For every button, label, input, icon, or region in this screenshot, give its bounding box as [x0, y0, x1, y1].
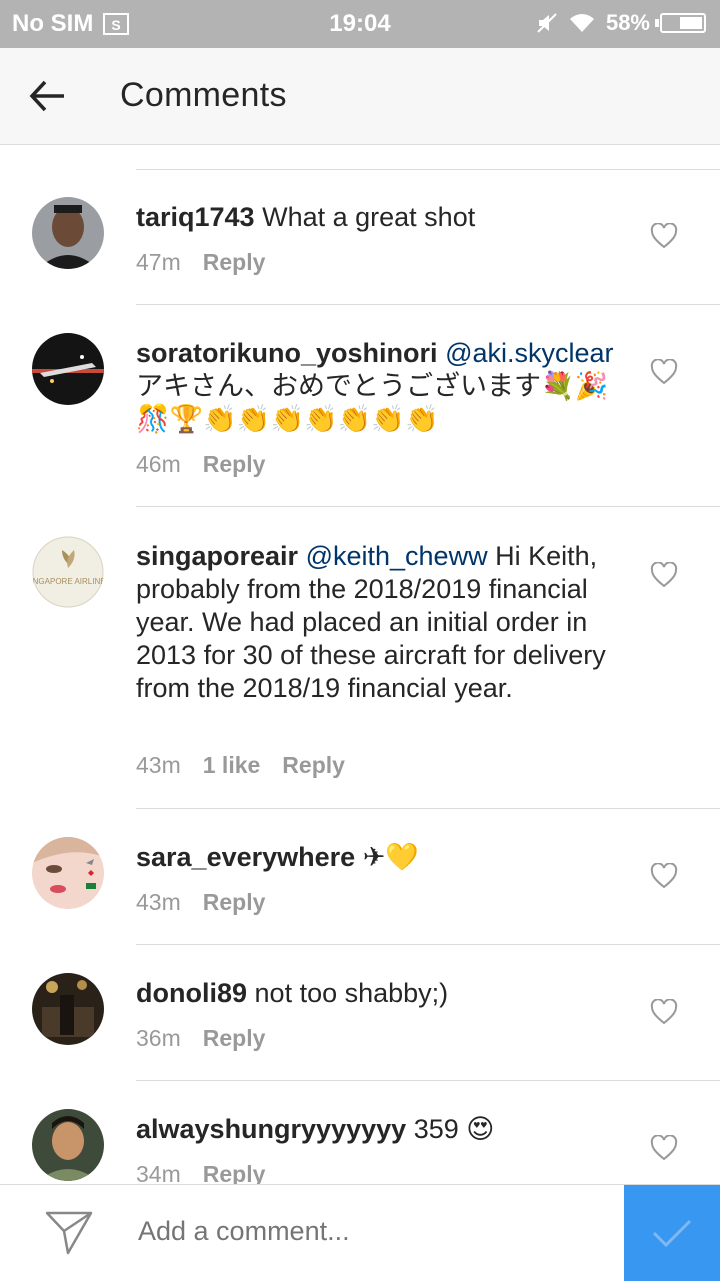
- checkmark-icon: [652, 1219, 692, 1248]
- comment-username[interactable]: donoli89: [136, 978, 247, 1008]
- comment-content: 359 😍: [413, 1114, 495, 1144]
- divider: [136, 944, 720, 945]
- comment-time: 46m: [136, 451, 181, 477]
- comment-content: アキさん、おめでとうございます💐🎉🎊🏆👏👏👏👏👏👏👏: [136, 371, 609, 434]
- comment-time: 34m: [136, 1161, 181, 1184]
- comment-text: sara_everywhere ✈💛: [136, 841, 626, 874]
- comment-text: soratorikuno_yoshinori @aki.skyclear アキさ…: [136, 337, 626, 436]
- comment-username[interactable]: sara_everywhere: [136, 842, 355, 872]
- comment-time: 43m: [136, 889, 181, 915]
- divider: [136, 169, 720, 170]
- status-bar: No SIM S 19:04 58%: [0, 0, 720, 48]
- comment-text: alwayshungryyyyyyy 359 😍: [136, 1113, 626, 1146]
- comment-time: 43m: [136, 752, 181, 778]
- comment-username[interactable]: alwayshungryyyyyyy: [136, 1114, 406, 1144]
- divider: [136, 1080, 720, 1081]
- comment-mention[interactable]: @keith_cheww: [306, 541, 488, 571]
- comment-content: What a great shot: [262, 202, 476, 232]
- comment-content: not too shabby;): [254, 978, 449, 1008]
- heart-icon[interactable]: [650, 562, 678, 588]
- battery-percent: 58%: [605, 10, 650, 35]
- reply-button[interactable]: Reply: [203, 1025, 266, 1052]
- post-button[interactable]: [624, 1185, 720, 1281]
- avatar[interactable]: [32, 197, 104, 269]
- comment-meta: 34m Reply: [136, 1161, 265, 1184]
- comment-meta: 43m 1 like Reply: [136, 752, 345, 779]
- comment-mention[interactable]: @aki.skyclear: [445, 338, 613, 368]
- comment-meta: 36m Reply: [136, 1025, 265, 1052]
- heart-icon[interactable]: [650, 223, 678, 249]
- divider: [136, 304, 720, 305]
- comment-time: 47m: [136, 249, 181, 275]
- heart-icon[interactable]: [650, 999, 678, 1025]
- avatar[interactable]: [32, 1109, 104, 1181]
- reply-button[interactable]: Reply: [203, 451, 266, 478]
- comment-composer: [0, 1184, 720, 1281]
- divider: [136, 808, 720, 809]
- comment-username[interactable]: singaporeair: [136, 541, 298, 571]
- comment-input[interactable]: [136, 1215, 600, 1248]
- likes-count[interactable]: 1 like: [203, 752, 261, 779]
- comments-list[interactable]: tariq1743 What a great shot 47m Reply so…: [0, 145, 720, 1184]
- avatar[interactable]: [32, 333, 104, 405]
- comment-text: singaporeair @keith_cheww Hi Keith, prob…: [136, 540, 626, 705]
- avatar[interactable]: SINGAPORE AIRLINES: [32, 536, 104, 608]
- comment-content: ✈💛: [362, 842, 419, 872]
- comment-meta: 47m Reply: [136, 249, 265, 276]
- comment-meta: 43m Reply: [136, 889, 265, 916]
- arrow-left-icon[interactable]: [28, 76, 68, 116]
- heart-icon[interactable]: [650, 863, 678, 889]
- reply-button[interactable]: Reply: [203, 889, 266, 916]
- heart-icon[interactable]: [650, 1135, 678, 1161]
- avatar[interactable]: [32, 837, 104, 909]
- comment-text: tariq1743 What a great shot: [136, 201, 626, 234]
- heart-icon[interactable]: [650, 359, 678, 385]
- reply-button[interactable]: Reply: [203, 1161, 266, 1184]
- status-icons: 58%: [536, 10, 706, 36]
- avatar-logo: SINGAPORE AIRLINES: [32, 577, 104, 586]
- divider: [136, 506, 720, 507]
- reply-button[interactable]: Reply: [282, 752, 345, 779]
- header-bar: Comments: [0, 48, 720, 145]
- comment-text: donoli89 not too shabby;): [136, 977, 626, 1010]
- battery-icon: [655, 13, 706, 33]
- comment-meta: 46m Reply: [136, 451, 265, 478]
- reply-button[interactable]: Reply: [203, 249, 266, 276]
- page-title: Comments: [120, 76, 287, 114]
- comment-time: 36m: [136, 1025, 181, 1051]
- avatar[interactable]: [32, 973, 104, 1045]
- comment-username[interactable]: soratorikuno_yoshinori: [136, 338, 438, 368]
- mute-icon: [537, 13, 557, 33]
- direct-send-icon[interactable]: [44, 1209, 94, 1257]
- wifi-icon: [569, 14, 594, 32]
- comment-username[interactable]: tariq1743: [136, 202, 255, 232]
